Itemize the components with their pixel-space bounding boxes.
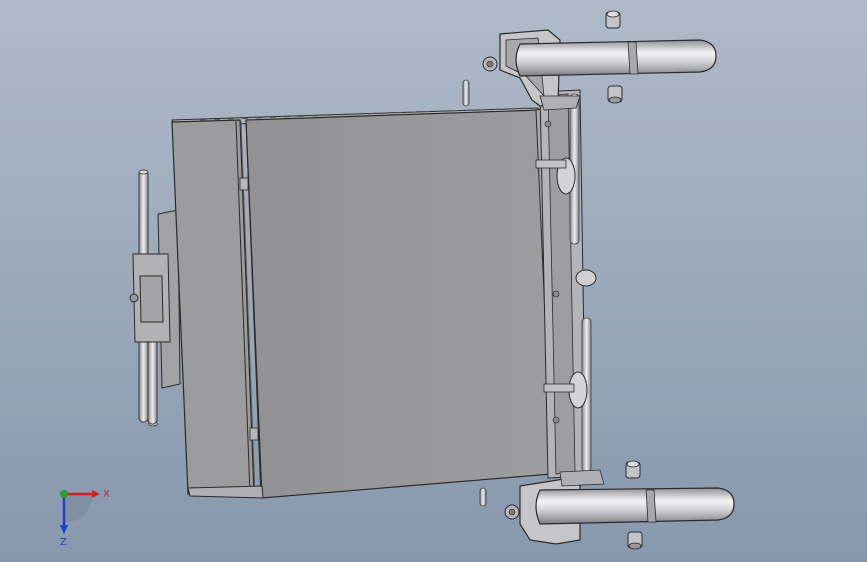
main-enclosure-body [171, 107, 563, 499]
x-axis-label: X [103, 489, 110, 500]
bottom-center-pin [479, 487, 487, 507]
top-center-pin [462, 79, 470, 107]
cad-3d-viewport[interactable]: X Z [0, 0, 867, 562]
model-canvas[interactable]: X Z [0, 0, 867, 562]
z-axis-label: Z [60, 537, 67, 548]
y-axis-dot [60, 490, 68, 498]
